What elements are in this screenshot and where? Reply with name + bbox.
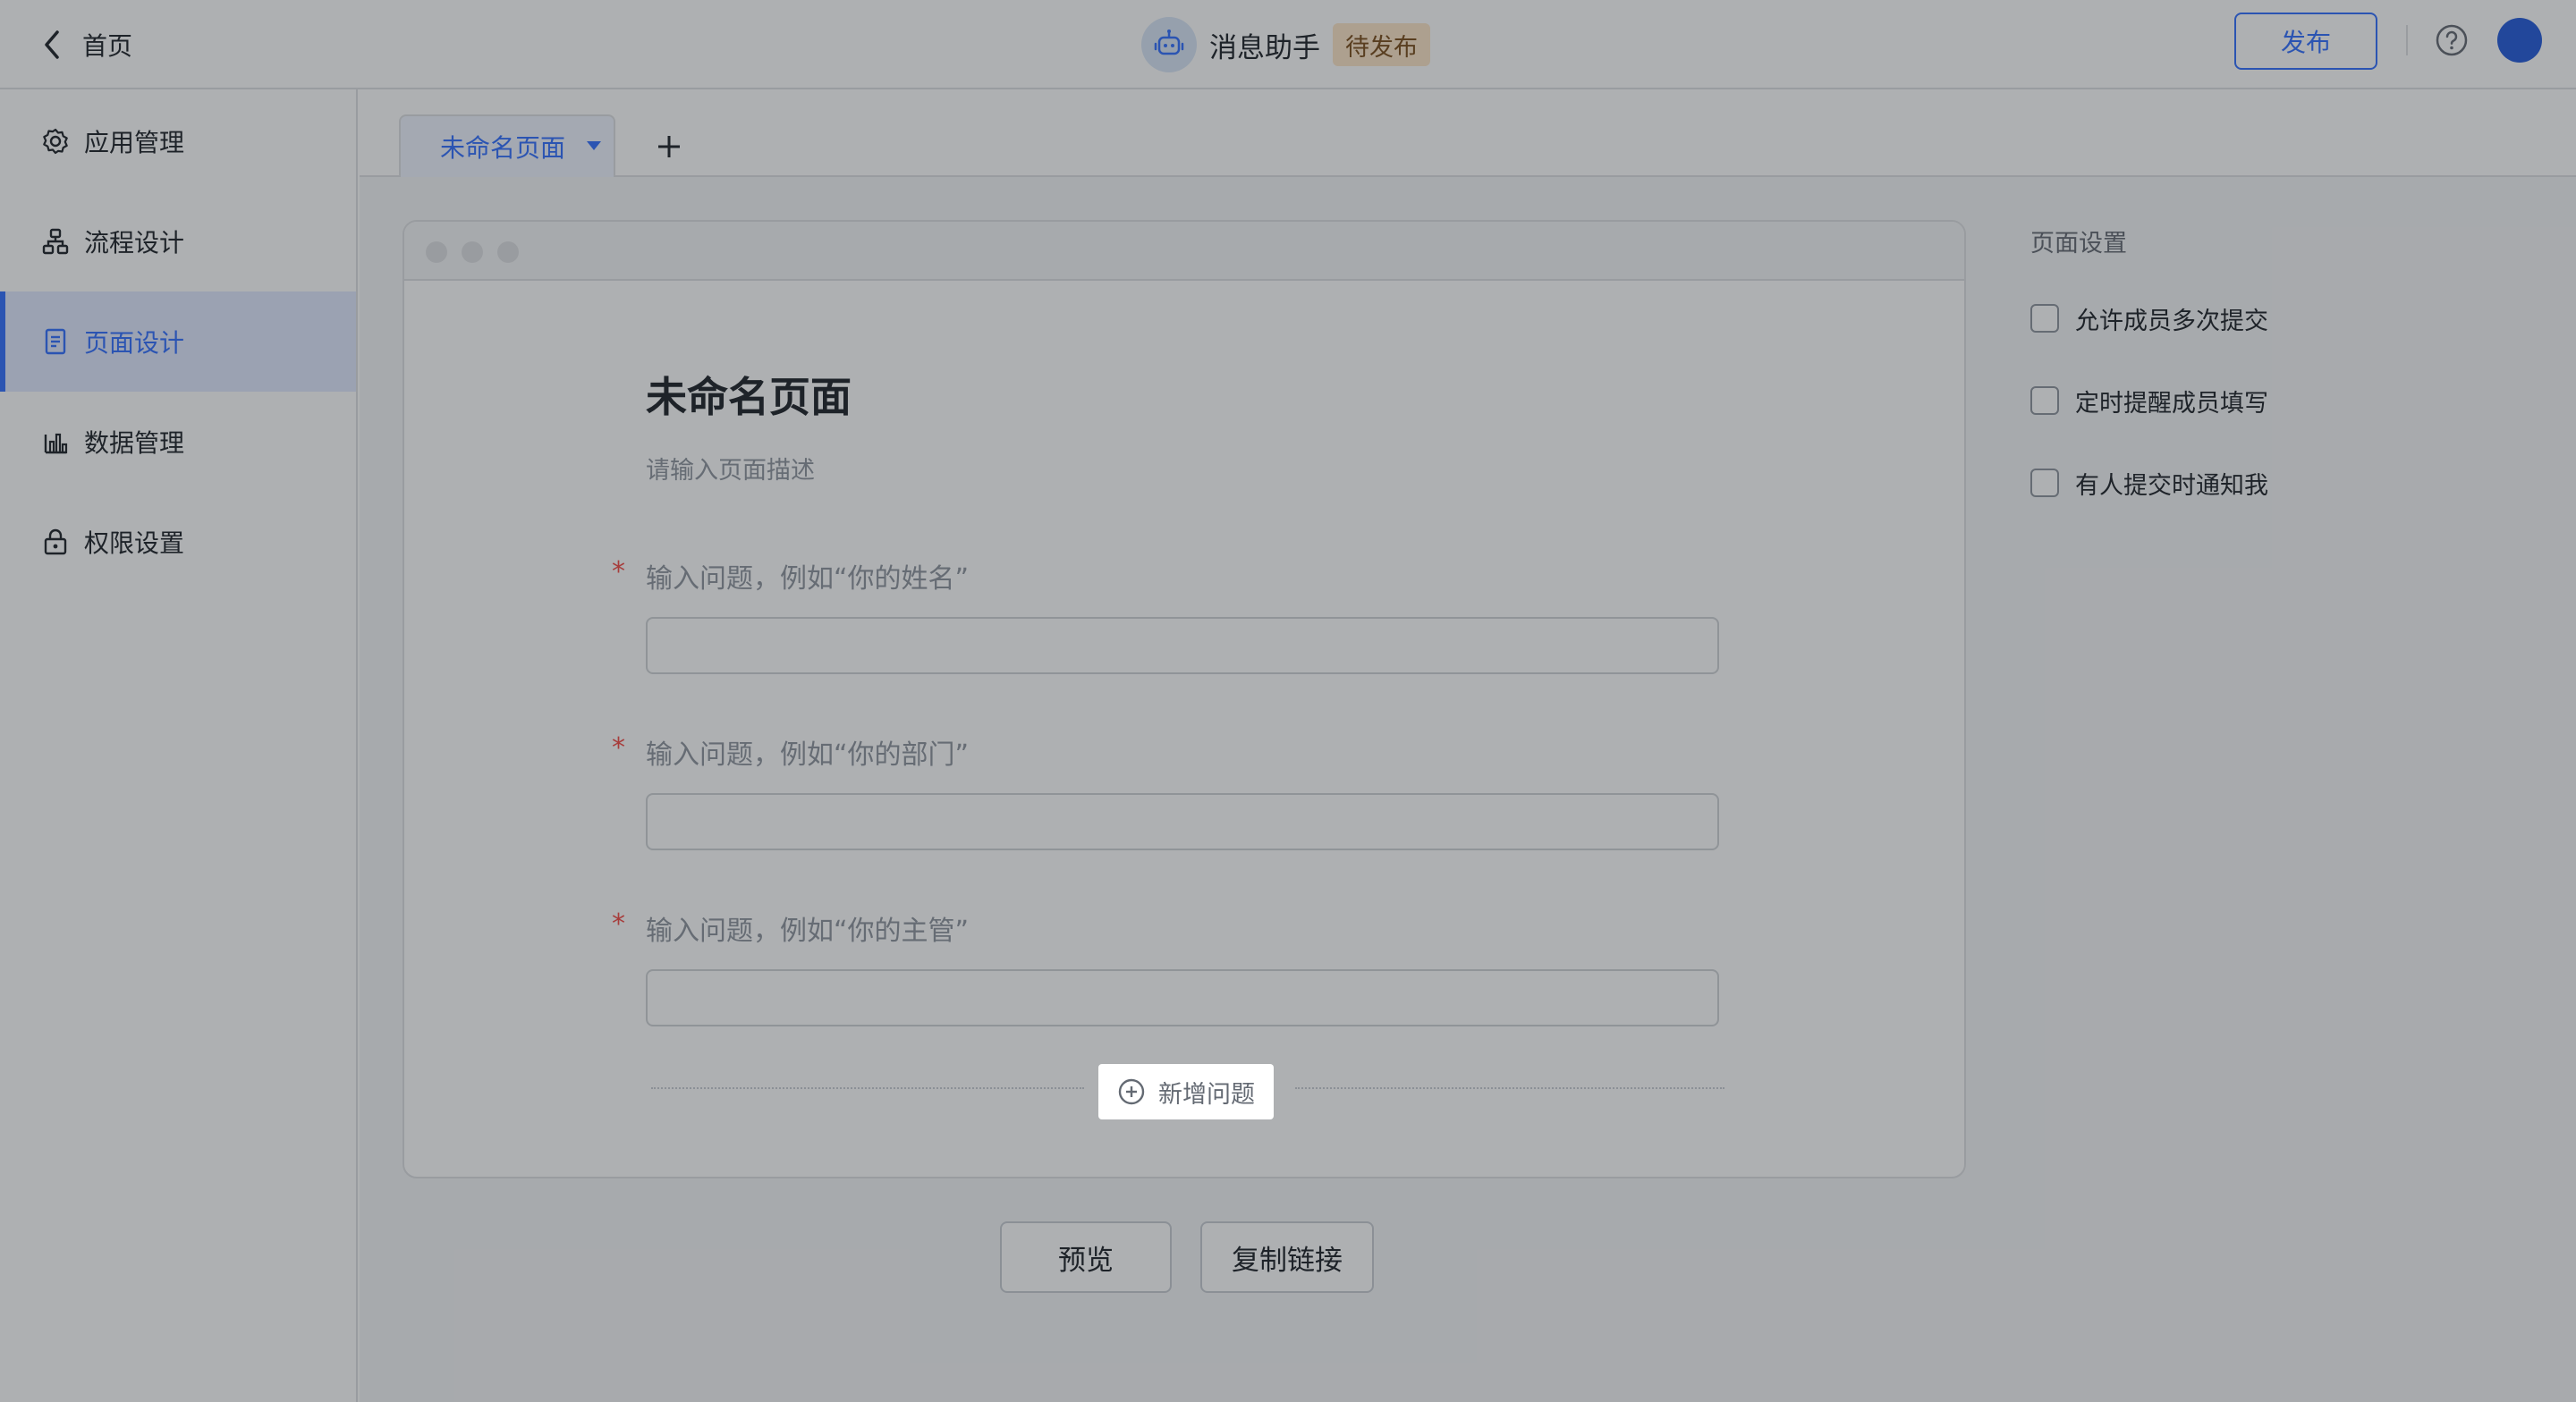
add-question-label: 新增问题 (1158, 1080, 1255, 1109)
add-question-button[interactable]: 新增问题 (1098, 1064, 1274, 1119)
modal-overlay (0, 0, 2576, 1402)
plus-circle-icon (1118, 1078, 1145, 1105)
